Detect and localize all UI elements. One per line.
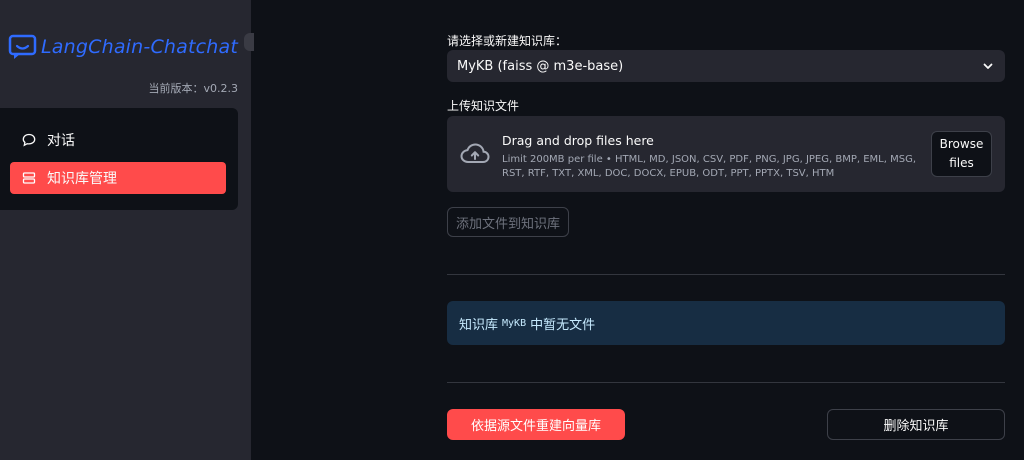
sidebar-item-chat[interactable]: 对话 [10, 124, 226, 156]
version-text: 当前版本：v0.2.3 [148, 82, 239, 95]
sidebar-item-knowledge-base[interactable]: 知识库管理 [10, 162, 226, 194]
delete-kb-button[interactable]: 删除知识库 [827, 409, 1005, 440]
chat-bubble-icon [21, 132, 37, 148]
browse-files-button[interactable]: Browse files [931, 131, 992, 177]
add-files-button[interactable]: 添加文件到知识库 [447, 207, 569, 237]
divider [447, 274, 1005, 275]
dropzone-title: Drag and drop files here [502, 133, 654, 148]
kb-name-code: MyKB [502, 317, 527, 329]
info-alert: 知识库 MyKB 中暂无文件 [447, 301, 1005, 345]
file-dropzone[interactable]: Drag and drop files here Limit 200MB per… [447, 116, 1005, 192]
chevron-down-icon [983, 63, 993, 69]
divider [447, 382, 1005, 383]
rebuild-vector-store-button[interactable]: 依据源文件重建向量库 [447, 409, 625, 440]
database-icon [21, 170, 37, 186]
sidebar-item-label: 知识库管理 [47, 171, 117, 187]
dropzone-limit-text: Limit 200MB per file • HTML, MD, JSON, C… [502, 154, 917, 179]
upload-label: 上传知识文件 [447, 99, 520, 113]
sidebar-item-label: 对话 [47, 133, 75, 149]
info-text-prefix: 知识库 [459, 317, 499, 333]
info-text-suffix: 中暂无文件 [530, 317, 596, 333]
kb-select[interactable]: MyKB (faiss @ m3e-base) [447, 50, 1005, 82]
main-content: 请选择或新建知识库： MyKB (faiss @ m3e-base) 上传知识文… [251, 0, 1024, 460]
kb-select-label: 请选择或新建知识库： [447, 34, 568, 48]
cloud-upload-icon [460, 143, 490, 163]
sidebar: LangChain-Chatchat 当前版本：v0.2.3 对话 知识库管理 [0, 0, 254, 460]
logo-text: LangChain-Chatchat [41, 36, 239, 58]
chat-logo-icon [8, 34, 37, 59]
sidebar-nav: 对话 知识库管理 [0, 108, 238, 210]
kb-select-value: MyKB (faiss @ m3e-base) [457, 58, 624, 74]
app-logo: LangChain-Chatchat [8, 34, 238, 60]
